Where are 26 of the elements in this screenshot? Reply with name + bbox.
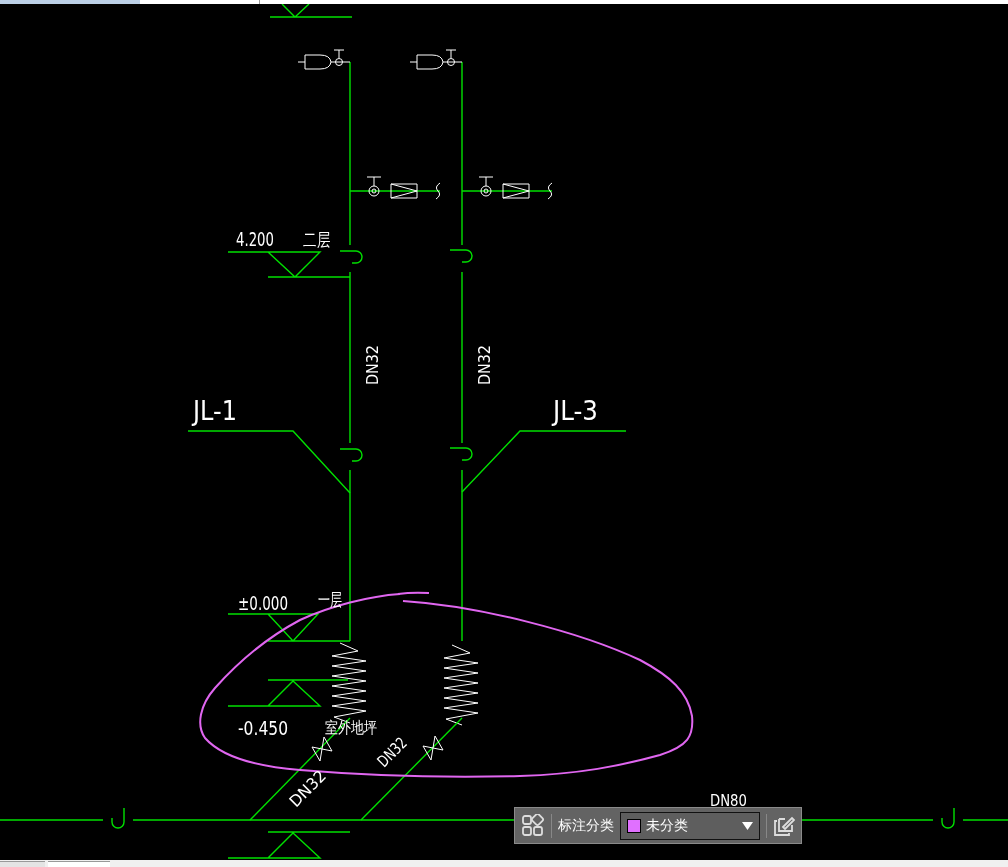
pipe-break-drawing <box>449 249 473 263</box>
pipe-size-label: DN32 <box>363 340 382 385</box>
category-dropdown[interactable]: 未分类 <box>619 811 761 840</box>
elevation-label: -0.450 <box>238 717 300 739</box>
category-label: 标注分类 <box>557 816 614 835</box>
valve-icon <box>311 736 333 762</box>
pipe-break-drawing <box>111 807 125 829</box>
elevation-label: 4.200 <box>236 228 291 250</box>
pipe-size-label: DN80 <box>710 791 755 810</box>
floor-label: 一层 <box>318 589 354 610</box>
pipe-break-drawing <box>449 447 473 461</box>
valve-icon <box>422 735 444 761</box>
riser-tag-label: JL-1 <box>193 396 241 426</box>
faucet-drawing <box>297 49 351 70</box>
grid-icon[interactable] <box>521 813 545 838</box>
ground-level-label: 室外地坪 <box>325 718 389 737</box>
pipe-break-drawing <box>339 448 363 462</box>
pipe-break-drawing <box>941 807 955 829</box>
pipe-size-label: DN32 <box>475 340 494 385</box>
caret-icon <box>742 821 754 830</box>
faucet-drawing <box>409 49 463 70</box>
edit-icon[interactable] <box>773 814 795 837</box>
elevation-label: ±0.000 <box>238 592 309 614</box>
floor-label: 二层 <box>303 229 339 250</box>
riser-tag-label: JL-3 <box>553 396 601 426</box>
pipe-break-drawing <box>339 250 363 264</box>
